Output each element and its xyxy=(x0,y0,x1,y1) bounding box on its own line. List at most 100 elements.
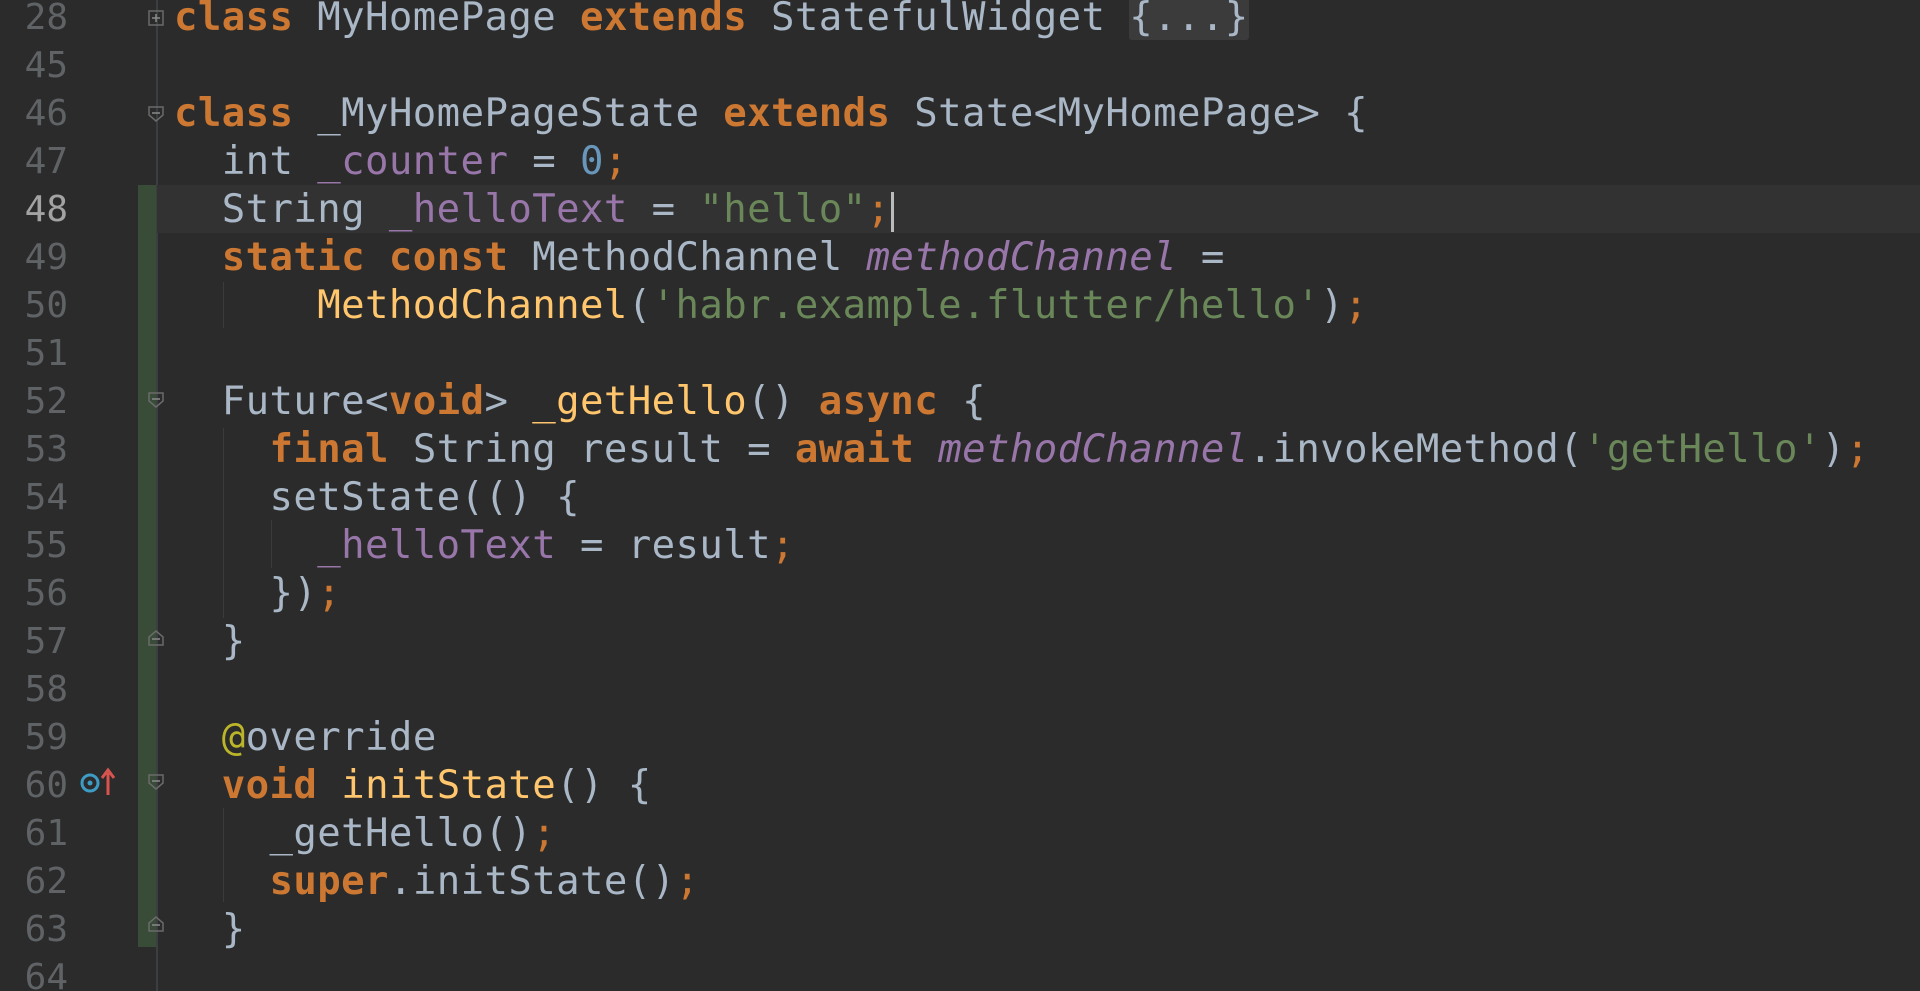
code-line[interactable]: 48 String _helloText = "hello"; xyxy=(0,186,1920,234)
code-text: _helloText = result; xyxy=(174,522,795,570)
fold-end-icon[interactable] xyxy=(148,630,164,646)
code-line[interactable]: 51 xyxy=(0,330,1920,378)
code-text: setState(() { xyxy=(174,474,580,522)
token-fld: _counter xyxy=(317,139,509,184)
line-number: 59 xyxy=(24,717,68,758)
token-plain: = xyxy=(508,139,580,184)
code-line[interactable]: 52 Future<void> _getHello() async { xyxy=(0,378,1920,426)
token-kw: void xyxy=(388,379,485,424)
line-number: 49 xyxy=(24,237,68,278)
fold-collapse-icon[interactable] xyxy=(148,106,164,122)
override-method-icon[interactable] xyxy=(80,765,120,801)
line-number: 28 xyxy=(24,0,68,38)
token-num: 0 xyxy=(579,139,604,184)
code-line[interactable]: 49 static const MethodChannel methodChan… xyxy=(0,234,1920,282)
token-plain: Future< xyxy=(174,379,389,424)
token-semi: ; xyxy=(866,187,891,232)
token-plain: ( xyxy=(627,283,652,328)
code-text: MethodChannel('habr.example.flutter/hell… xyxy=(174,282,1368,330)
token-plain: _getHello() xyxy=(174,811,533,856)
token-fn: _getHello xyxy=(532,379,748,424)
token-semi: ; xyxy=(675,859,700,904)
code-line[interactable]: 50 MethodChannel('habr.example.flutter/h… xyxy=(0,282,1920,330)
token-plain: _MyHomePageState xyxy=(293,91,724,136)
line-number: 61 xyxy=(24,813,68,854)
token-plain: .invokeMethod( xyxy=(1248,427,1583,472)
token-plain: setState(() { xyxy=(174,475,580,520)
line-number: 54 xyxy=(24,477,68,518)
code-text: class MyHomePage extends StatefulWidget … xyxy=(174,0,1249,42)
code-line[interactable]: 47 int _counter = 0; xyxy=(0,138,1920,186)
token-plain: MyHomePage xyxy=(293,0,580,40)
code-line[interactable]: 55 _helloText = result; xyxy=(0,522,1920,570)
token-plain: State<MyHomePage> { xyxy=(890,91,1369,136)
code-text: Future<void> _getHello() async { xyxy=(174,378,986,426)
token-fld-i: methodChannel xyxy=(866,235,1177,280)
line-number: 53 xyxy=(24,429,68,470)
code-line[interactable]: 59 @override xyxy=(0,714,1920,762)
line-number: 62 xyxy=(24,861,68,902)
code-line[interactable]: 56 }); xyxy=(0,570,1920,618)
token-str: 'getHello' xyxy=(1582,427,1822,472)
code-line[interactable]: 28 class MyHomePage extends StatefulWidge… xyxy=(0,0,1920,42)
token-plain: } xyxy=(174,619,246,664)
code-line[interactable]: 64 xyxy=(0,954,1920,991)
fold-expand-icon[interactable] xyxy=(148,10,164,26)
token-plain: ) xyxy=(1320,283,1345,328)
token-fn: MethodChannel xyxy=(317,283,628,328)
code-line[interactable]: 63 } xyxy=(0,906,1920,954)
line-number: 56 xyxy=(24,573,68,614)
token-semi: ; xyxy=(1845,427,1870,472)
code-line[interactable]: 61 _getHello(); xyxy=(0,810,1920,858)
token-semi: ; xyxy=(317,571,342,616)
line-number: 47 xyxy=(24,141,68,182)
token-kw: static const xyxy=(221,235,509,280)
token-fld: _helloText xyxy=(388,187,628,232)
fold-collapse-icon[interactable] xyxy=(148,774,164,790)
code-text: super.initState(); xyxy=(174,858,699,906)
line-number: 51 xyxy=(24,333,68,374)
token-plain: () { xyxy=(556,763,652,808)
code-line[interactable]: 62 super.initState(); xyxy=(0,858,1920,906)
code-line[interactable]: 58 xyxy=(0,666,1920,714)
token-plain: StatefulWidget xyxy=(747,0,1130,40)
line-number: 45 xyxy=(24,45,68,86)
token-kw: super xyxy=(269,859,389,904)
token-plain: = xyxy=(627,187,700,232)
code-line[interactable]: 54 setState(() { xyxy=(0,474,1920,522)
fold-end-icon[interactable] xyxy=(148,916,164,932)
token-kw: final xyxy=(269,427,389,472)
token-semi: ; xyxy=(532,811,557,856)
code-text: final String result = await methodChanne… xyxy=(174,426,1870,474)
token-plain: MethodChannel xyxy=(508,235,867,280)
token-plain: .initState() xyxy=(388,859,676,904)
code-line[interactable]: 46 class _MyHomePageState extends State<M… xyxy=(0,90,1920,138)
token-kw: class xyxy=(174,91,294,136)
code-text: void initState() { xyxy=(174,762,652,810)
token-plain: ) xyxy=(1821,427,1846,472)
token-semi: ; xyxy=(603,139,628,184)
code-line[interactable]: 60 void initState() { xyxy=(0,762,1920,810)
line-number: 64 xyxy=(24,957,68,991)
line-number: 63 xyxy=(24,909,68,950)
line-number: 52 xyxy=(24,381,68,422)
token-plain: }) xyxy=(174,571,318,616)
code-text: } xyxy=(174,906,246,954)
token-plain: = result xyxy=(556,523,772,568)
token-ann: @ xyxy=(221,715,246,760)
code-line[interactable]: 53 final String result = await methodCha… xyxy=(0,426,1920,474)
line-number: 57 xyxy=(24,621,68,662)
fold-collapse-icon[interactable] xyxy=(148,392,164,408)
line-number: 60 xyxy=(24,765,68,806)
code-editor[interactable]: 28 class MyHomePage extends StatefulWidge… xyxy=(0,0,1920,991)
code-line[interactable]: 45 xyxy=(0,42,1920,90)
code-line[interactable]: 57 } xyxy=(0,618,1920,666)
